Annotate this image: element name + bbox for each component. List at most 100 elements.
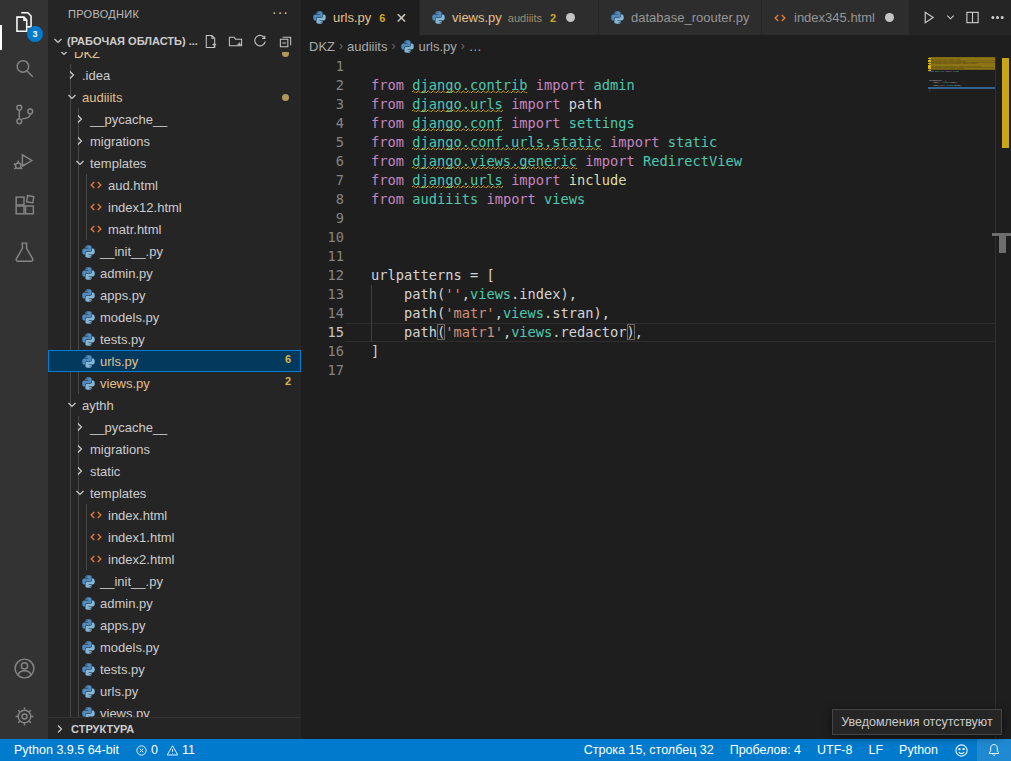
tree-folder-audiiits[interactable]: audiiits bbox=[48, 86, 301, 108]
chevron-right-icon: › bbox=[339, 39, 343, 53]
eol-status[interactable]: LF bbox=[860, 739, 891, 761]
tab-views.py[interactable]: views.pyaudiiits2 bbox=[420, 0, 598, 35]
line-number: 10 bbox=[314, 228, 344, 247]
chevron-right-icon bbox=[64, 67, 80, 83]
tree-file-urls.py[interactable]: urls.py 6 bbox=[48, 350, 301, 372]
code-token: views bbox=[470, 286, 511, 302]
code-token bbox=[602, 134, 610, 150]
tree-file-urls.py[interactable]: urls.py bbox=[48, 680, 301, 702]
code-token: views bbox=[503, 305, 544, 321]
line-number: 17 bbox=[314, 361, 344, 380]
status-bar: Python 3.9.5 64-bit011 Строка 15, столбе… bbox=[0, 739, 1011, 761]
chevron-right-icon: › bbox=[391, 39, 395, 53]
tree-folder-.idea[interactable]: .idea bbox=[48, 64, 301, 86]
workspace-section-header[interactable]: (РАБОЧАЯ ОБЛАСТЬ) ... bbox=[48, 30, 301, 52]
overview-warning-marker bbox=[1002, 58, 1009, 148]
indentation-status[interactable]: Пробелов: 4 bbox=[722, 739, 809, 761]
activity-settings-icon[interactable] bbox=[0, 693, 48, 739]
tree-folder-migrations[interactable]: migrations bbox=[48, 130, 301, 152]
tree-file-matr.html[interactable]: matr.html bbox=[48, 218, 301, 240]
tab-label: urls.py bbox=[333, 10, 371, 25]
tab-database_roouter.py[interactable]: database_roouter.py bbox=[599, 0, 761, 35]
tree-file-models.py[interactable]: models.py bbox=[48, 306, 301, 328]
tree-file-index12.html[interactable]: index12.html bbox=[48, 196, 301, 218]
tree-folder-templates[interactable]: templates bbox=[48, 482, 301, 504]
code-token: from bbox=[371, 115, 404, 131]
tree-file-index1.html[interactable]: index1.html bbox=[48, 526, 301, 548]
vscode-window: 3 ПРОВОДНИК ··· DKZ.ideaaudiiits__pycach… bbox=[0, 0, 1011, 761]
tree-item-label: views.py bbox=[100, 706, 150, 718]
problems-status[interactable]: 011 bbox=[127, 739, 203, 761]
tree-file-tests.py[interactable]: tests.py bbox=[48, 328, 301, 350]
new-folder-icon[interactable] bbox=[227, 33, 243, 49]
run-dropdown-icon[interactable] bbox=[946, 13, 955, 22]
tree-folder-__pycache__[interactable]: __pycache__ bbox=[48, 108, 301, 130]
split-editor-icon[interactable] bbox=[965, 10, 980, 25]
tree-file-__init__.py[interactable]: __init__.py bbox=[48, 570, 301, 592]
minimap[interactable]: from django.contrib import adminfrom dja… bbox=[928, 57, 996, 739]
tree-file-admin.py[interactable]: admin.py bbox=[48, 592, 301, 614]
new-file-icon[interactable] bbox=[202, 33, 218, 49]
feedback-icon[interactable] bbox=[946, 739, 977, 761]
problems-badge: 6 bbox=[285, 353, 291, 365]
activity-run-debug-icon[interactable] bbox=[0, 137, 48, 183]
tab-description: audiiits bbox=[508, 12, 542, 24]
chevron-right-icon bbox=[52, 724, 68, 734]
language-mode-status[interactable]: Python bbox=[891, 739, 946, 761]
tree-file-apps.py[interactable]: apps.py bbox=[48, 614, 301, 636]
tree-file-aud.html[interactable]: aud.html bbox=[48, 174, 301, 196]
tree-folder-__pycache__[interactable]: __pycache__ bbox=[48, 416, 301, 438]
tab-index345.html[interactable]: index345.html bbox=[762, 0, 909, 35]
tree-file-apps.py[interactable]: apps.py bbox=[48, 284, 301, 306]
code-token: '' bbox=[445, 286, 461, 302]
activity-account-icon[interactable] bbox=[0, 645, 48, 691]
code-token: 'matr1' bbox=[445, 324, 503, 340]
collapse-all-icon[interactable] bbox=[277, 33, 293, 49]
tree-file-views.py[interactable]: views.py2 bbox=[48, 372, 301, 394]
python-interpreter-status[interactable]: Python 3.9.5 64-bit bbox=[0, 739, 127, 761]
activity-search-icon[interactable] bbox=[0, 45, 48, 91]
breadcrumb: DKZ›audiiits›urls.py›… bbox=[301, 35, 1011, 57]
breadcrumb-item[interactable]: … bbox=[469, 39, 482, 54]
tree-file-index2.html[interactable]: index2.html bbox=[48, 548, 301, 570]
code-token: ] bbox=[929, 89, 930, 91]
code-editor[interactable]: 1234567891011121314151617 from django.co… bbox=[301, 57, 1011, 739]
activity-extensions-icon[interactable] bbox=[0, 183, 48, 229]
problems-badge: 2 bbox=[285, 375, 291, 387]
more-actions-icon[interactable] bbox=[990, 10, 1005, 25]
close-icon[interactable]: ✕ bbox=[393, 10, 409, 26]
tree-folder-migrations[interactable]: migrations bbox=[48, 438, 301, 460]
notifications-bell-icon[interactable] bbox=[977, 739, 1011, 761]
status-bar-left: Python 3.9.5 64-bit011 bbox=[0, 739, 203, 761]
activity-explorer-icon[interactable]: 3 bbox=[0, 0, 48, 45]
code-line-11 bbox=[371, 247, 742, 266]
tree-file-index.html[interactable]: index.html bbox=[48, 504, 301, 526]
tree-file-admin.py[interactable]: admin.py bbox=[48, 262, 301, 284]
tree-folder-templates[interactable]: templates bbox=[48, 152, 301, 174]
activity-source-control-icon[interactable] bbox=[0, 91, 48, 137]
sidebar-more-icon[interactable]: ··· bbox=[272, 4, 289, 20]
breadcrumb-item[interactable]: DKZ bbox=[309, 39, 335, 54]
run-icon[interactable] bbox=[921, 10, 936, 25]
overview-ruler[interactable] bbox=[996, 57, 1011, 739]
code-token: ) bbox=[627, 324, 635, 340]
cursor-position-status[interactable]: Строка 15, столбец 32 bbox=[576, 739, 722, 761]
python-file-icon bbox=[80, 573, 96, 589]
breadcrumb-item[interactable]: audiiits bbox=[347, 39, 387, 54]
breadcrumb-item[interactable]: urls.py bbox=[418, 39, 456, 54]
tree-item-label: urls.py bbox=[100, 354, 138, 369]
code-token: import bbox=[585, 153, 634, 169]
tree-file-models.py[interactable]: models.py bbox=[48, 636, 301, 658]
tree-folder-static[interactable]: static bbox=[48, 460, 301, 482]
tree-file-tests.py[interactable]: tests.py bbox=[48, 658, 301, 680]
activity-testing-icon[interactable] bbox=[0, 229, 48, 275]
outline-section-header[interactable]: СТРУКТУРА bbox=[48, 717, 301, 739]
warning-count: 11 bbox=[182, 743, 195, 757]
refresh-icon[interactable] bbox=[252, 33, 268, 49]
tree-folder-aythh[interactable]: aythh bbox=[48, 394, 301, 416]
tree-file-__init__.py[interactable]: __init__.py bbox=[48, 240, 301, 262]
tree-file-views.py[interactable]: views.py bbox=[48, 702, 301, 717]
tab-urls.py[interactable]: urls.py6✕ bbox=[301, 0, 419, 35]
code-token: import bbox=[511, 115, 560, 131]
encoding-status[interactable]: UTF-8 bbox=[809, 739, 860, 761]
